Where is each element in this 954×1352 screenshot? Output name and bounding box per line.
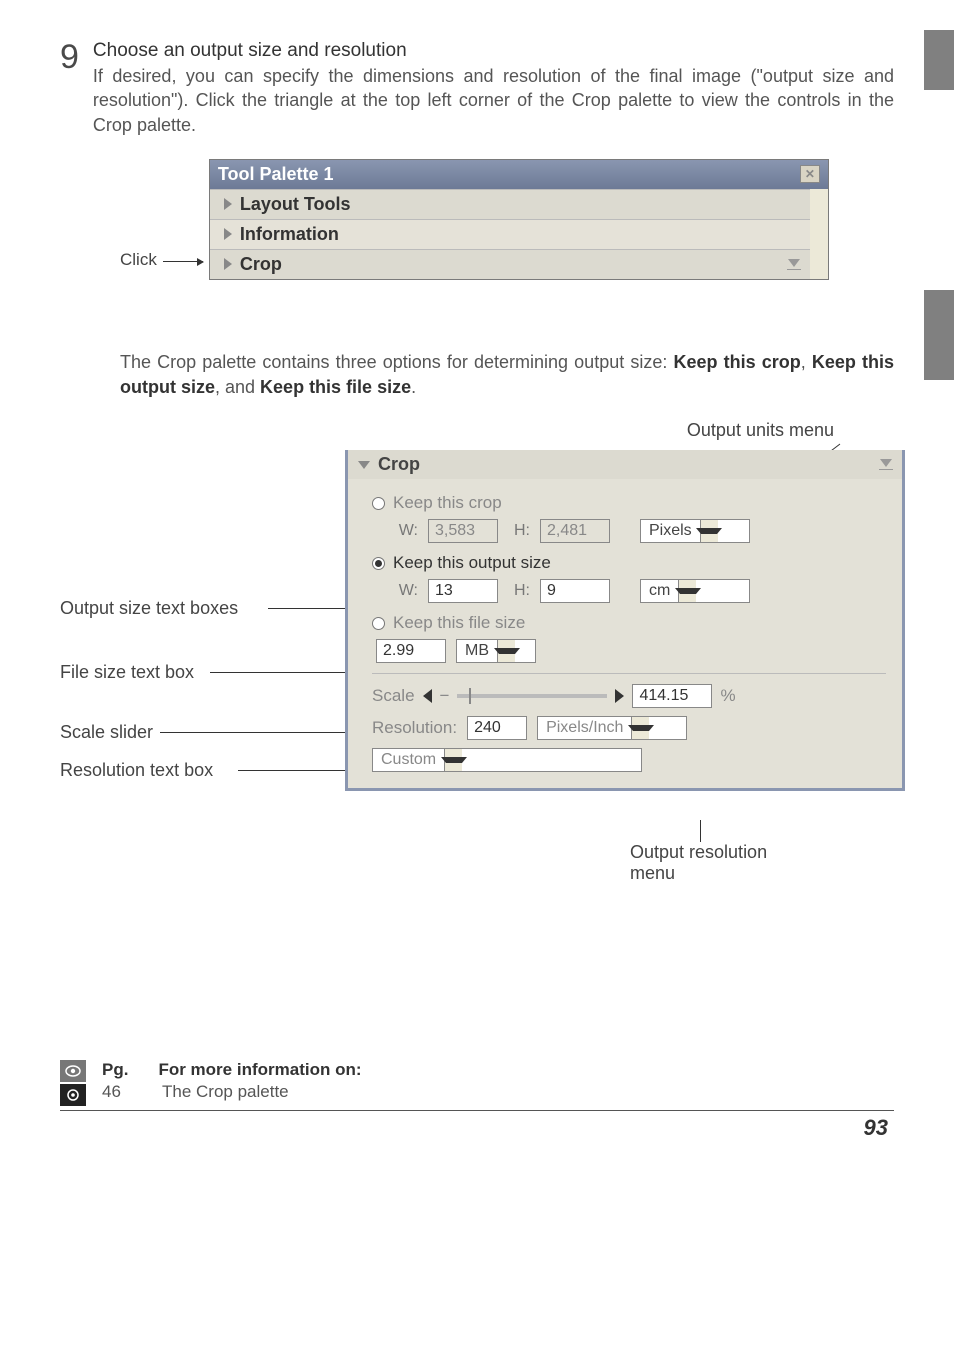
file-size-units-select[interactable]: MB xyxy=(456,639,536,663)
resolution-units-select[interactable]: Pixels/Inch xyxy=(537,716,687,740)
icon-box xyxy=(60,1084,86,1106)
annotation-line xyxy=(160,732,356,733)
anno-resolution-box: Resolution text box xyxy=(60,760,213,781)
section-layout-tools[interactable]: Layout Tools xyxy=(210,189,810,219)
section-label: Crop xyxy=(240,254,282,275)
divider xyxy=(372,673,886,674)
anno-output-res-menu: Output resolution menu xyxy=(630,842,767,884)
select-value: Pixels xyxy=(641,522,700,540)
section-label: Crop xyxy=(378,454,420,475)
output-height-field[interactable]: 9 xyxy=(540,579,610,603)
file-size-field[interactable]: 2.99 xyxy=(376,639,446,663)
side-tab xyxy=(924,30,954,90)
click-annotation: Click xyxy=(120,250,157,280)
output-units-select[interactable]: cm xyxy=(640,579,750,603)
resolution-label: Resolution: xyxy=(372,718,457,738)
select-value: Pixels/Inch xyxy=(538,719,631,737)
step-row: 9 Choose an output size and resolution I… xyxy=(60,40,894,137)
radio-keep-output-size[interactable]: Keep this output size xyxy=(372,553,886,573)
titlebar[interactable]: Tool Palette 1 ✕ xyxy=(210,160,828,189)
chevron-right-icon xyxy=(224,228,232,240)
footer-col-pg: Pg. xyxy=(102,1060,128,1080)
text: , xyxy=(801,352,812,372)
page-number: 93 xyxy=(60,1115,894,1141)
annotation-line xyxy=(238,770,356,771)
chevron-down-icon xyxy=(678,580,696,602)
preset-select[interactable]: Custom xyxy=(372,748,642,772)
crop-units-select[interactable]: Pixels xyxy=(640,519,750,543)
annotation-line xyxy=(700,820,701,842)
annotation-arrow xyxy=(163,261,203,262)
section-information[interactable]: Information xyxy=(210,219,810,249)
close-icon[interactable]: ✕ xyxy=(800,165,820,183)
h-label: H: xyxy=(508,582,530,600)
crop-width-field[interactable]: 3,583 xyxy=(428,519,498,543)
anno-output-units: Output units menu xyxy=(687,420,834,441)
select-value: cm xyxy=(641,582,678,600)
h-label: H: xyxy=(508,522,530,540)
triangle-right-icon[interactable] xyxy=(615,689,624,703)
chevron-down-icon xyxy=(497,640,515,662)
radio-keep-this-crop[interactable]: Keep this crop xyxy=(372,493,886,513)
crop-panel-header[interactable]: Crop xyxy=(348,450,902,479)
scale-value-field[interactable]: 414.15 xyxy=(632,684,712,708)
icon-box xyxy=(60,1060,86,1082)
radio-icon xyxy=(372,557,385,570)
step-title: Choose an output size and resolution xyxy=(93,40,894,62)
side-tab xyxy=(924,290,954,380)
footer-col-info: For more information on: xyxy=(158,1060,361,1080)
window-title: Tool Palette 1 xyxy=(218,164,334,185)
collapse-icon[interactable] xyxy=(784,256,804,270)
crop-panel: Crop Keep this crop W: 3,583 H: 2,481 xyxy=(345,450,905,791)
select-value: Custom xyxy=(373,751,444,769)
resolution-field[interactable]: 240 xyxy=(467,716,527,740)
text-bold: Keep this crop xyxy=(673,352,800,372)
tool-palette-window: Tool Palette 1 ✕ Layout Tools Informatio… xyxy=(209,159,829,280)
chevron-down-icon xyxy=(631,717,649,739)
radio-icon xyxy=(372,617,385,630)
w-label: W: xyxy=(396,582,418,600)
chevron-down-icon xyxy=(444,749,462,771)
text: , and xyxy=(215,377,260,397)
radio-label: Keep this file size xyxy=(393,613,525,633)
crop-height-field[interactable]: 2,481 xyxy=(540,519,610,543)
radio-icon xyxy=(372,497,385,510)
collapse-icon[interactable] xyxy=(876,456,896,470)
text: . xyxy=(411,377,416,397)
section-crop[interactable]: Crop xyxy=(210,249,810,279)
chevron-right-icon xyxy=(224,198,232,210)
chevron-right-icon xyxy=(224,258,232,270)
footer-row-info: The Crop palette xyxy=(162,1082,289,1102)
body-paragraph: The Crop palette contains three options … xyxy=(120,350,894,400)
step-number: 9 xyxy=(60,40,79,74)
text: The Crop palette contains three options … xyxy=(120,352,673,372)
radio-label: Keep this crop xyxy=(393,493,502,513)
output-width-field[interactable]: 13 xyxy=(428,579,498,603)
select-value: MB xyxy=(457,642,497,660)
scale-percent: % xyxy=(720,686,735,706)
anno-scale-slider: Scale slider xyxy=(60,722,153,743)
w-label: W: xyxy=(396,522,418,540)
chevron-down-icon xyxy=(358,461,370,469)
section-label: Layout Tools xyxy=(240,194,351,215)
footer: Pg. For more information on: 46 The Crop… xyxy=(60,1060,894,1111)
anno-output-size-boxes: Output size text boxes xyxy=(60,598,238,619)
step-body: If desired, you can specify the dimensio… xyxy=(93,64,894,137)
radio-label: Keep this output size xyxy=(393,553,551,573)
chevron-down-icon xyxy=(700,520,718,542)
section-label: Information xyxy=(240,224,339,245)
text-bold: Keep this file size xyxy=(260,377,411,397)
footer-row-pg: 46 xyxy=(102,1082,132,1102)
scale-slider[interactable] xyxy=(457,694,607,698)
radio-keep-file-size[interactable]: Keep this file size xyxy=(372,613,886,633)
triangle-left-icon[interactable] xyxy=(423,689,432,703)
scale-label: Scale xyxy=(372,686,415,706)
anno-file-size-box: File size text box xyxy=(60,662,194,683)
scale-row: Scale − 414.15 % xyxy=(372,684,886,708)
